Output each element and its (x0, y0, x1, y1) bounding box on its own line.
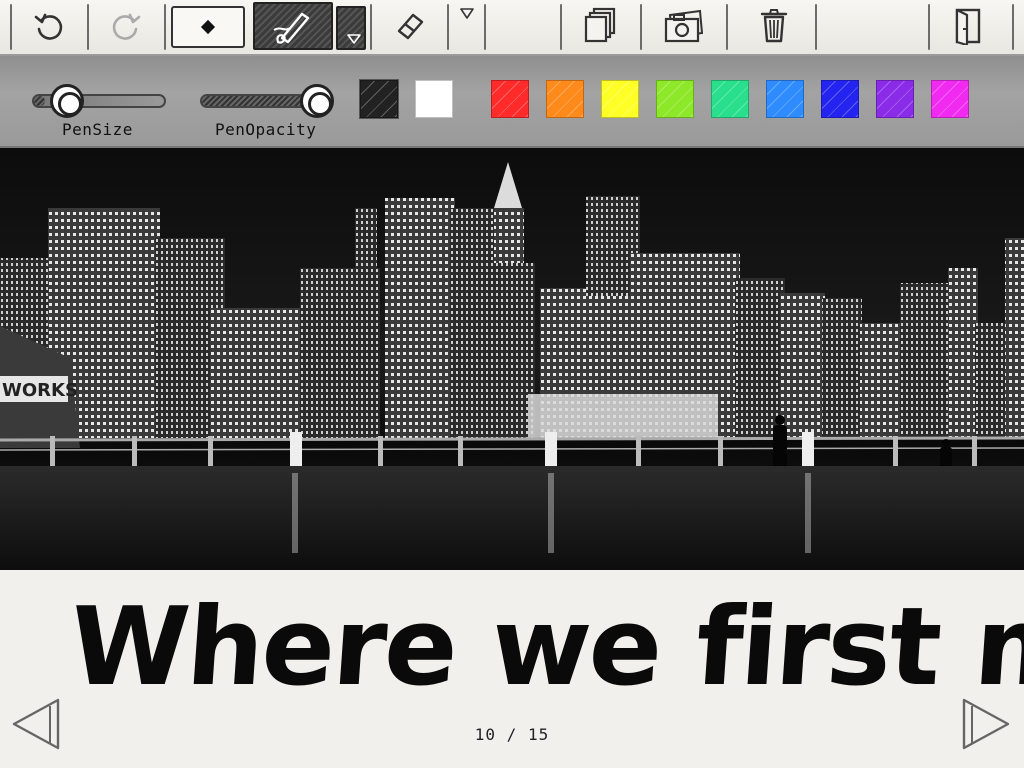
pages-button[interactable] (578, 6, 622, 46)
brush-dropdown-button[interactable] (336, 6, 366, 50)
undo-icon (34, 13, 63, 40)
toolbar-separator (10, 4, 12, 50)
exit-button[interactable] (946, 6, 990, 46)
pages-icon (584, 7, 616, 43)
skyline-buildings (0, 162, 1024, 438)
color-swatch[interactable] (931, 80, 969, 118)
color-swatch[interactable] (546, 80, 584, 118)
color-swatch[interactable] (491, 80, 529, 118)
toolbar-separator (815, 4, 817, 50)
toolbar-separator (928, 4, 930, 50)
pen-size-slider-fill (34, 96, 45, 106)
pen-size-slider-knob[interactable] (50, 84, 84, 118)
color-swatch[interactable] (711, 80, 749, 118)
handwritten-caption: Where we first met (65, 585, 1024, 710)
dot-icon (200, 19, 216, 35)
ferry-terminal (528, 394, 718, 438)
toolbar-separator (370, 4, 372, 50)
chevron-down-icon (460, 8, 474, 19)
brush-tool-button[interactable] (253, 2, 333, 50)
toolbar-separator (640, 4, 642, 50)
toolbar-separator (726, 4, 728, 50)
brush-icon (273, 12, 310, 44)
undo-button[interactable] (26, 6, 72, 46)
color-swatch[interactable] (821, 80, 859, 118)
pen-opacity-label: PenOpacity (215, 120, 317, 139)
warehouse-sign-text: WORKS (2, 380, 78, 401)
toolbar-separator (87, 4, 89, 50)
promenade-railing (0, 436, 1024, 451)
toolbar-separator (1012, 4, 1014, 50)
exit-door-icon (955, 8, 981, 45)
trash-icon (760, 9, 788, 43)
skyline-image: WORKS (0, 162, 1024, 570)
color-swatch[interactable] (359, 79, 399, 119)
redo-button[interactable] (103, 6, 149, 46)
eraser-dropdown-button[interactable] (454, 4, 480, 24)
top-toolbar (0, 0, 1024, 56)
color-swatch[interactable] (876, 80, 914, 118)
eraser-button[interactable] (388, 6, 432, 46)
camera-button[interactable] (660, 6, 708, 46)
eraser-icon (397, 13, 424, 40)
color-swatch[interactable] (766, 80, 804, 118)
pen-opacity-slider-knob[interactable] (300, 84, 334, 118)
camera-icon (664, 9, 704, 43)
color-swatch[interactable] (656, 80, 694, 118)
color-swatch[interactable] (415, 80, 453, 118)
toolbar-separator (560, 4, 562, 50)
promenade-ground (0, 466, 1024, 570)
toolbar-separator (484, 4, 486, 50)
color-swatch[interactable] (601, 80, 639, 118)
city-skyline-photo: WORKS (0, 148, 1024, 570)
redo-icon (112, 13, 141, 40)
toolbar-separator (164, 4, 166, 50)
page-counter: 10 / 15 (474, 725, 550, 744)
chevron-down-icon (347, 34, 361, 44)
pen-size-label: PenSize (62, 120, 133, 139)
toolbar-separator (447, 4, 449, 50)
pen-tip-size-button[interactable] (171, 6, 245, 48)
trash-button[interactable] (752, 6, 796, 46)
